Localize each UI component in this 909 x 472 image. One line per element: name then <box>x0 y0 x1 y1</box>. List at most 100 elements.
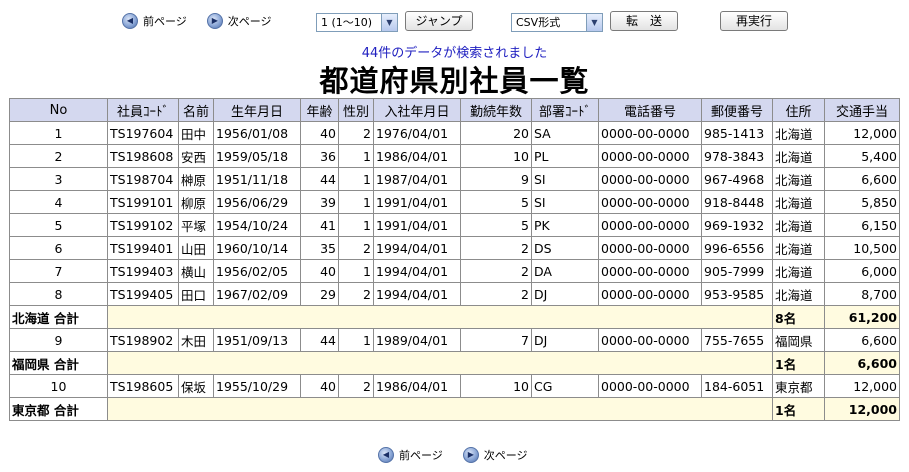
left-arrow-icon: ◀ <box>122 13 138 29</box>
subtotal-count: 1名 <box>772 351 825 375</box>
table-cell: 6,000 <box>824 259 900 283</box>
table-cell: TS197604 <box>107 121 179 145</box>
column-header: 部署ｺｰﾄﾞ <box>531 98 599 122</box>
table-cell: 0000-00-0000 <box>598 167 702 191</box>
rerun-button[interactable]: 再実行 <box>720 11 788 31</box>
column-header: 性別 <box>338 98 374 122</box>
column-header: 電話番号 <box>598 98 702 122</box>
column-header: 住所 <box>772 98 825 122</box>
table-row: 4 TS199101 柳原 1956/06/29 39 1 1991/04/01 5 SI 000… <box>9 190 900 214</box>
table-cell: 1991/04/01 <box>373 190 461 214</box>
table-cell: 0000-00-0000 <box>598 328 702 352</box>
table-cell: 北海道 <box>772 190 825 214</box>
transfer-button[interactable]: 転 送 <box>610 11 678 31</box>
column-header: No <box>9 98 108 122</box>
table-cell: 1987/04/01 <box>373 167 461 191</box>
table-cell: 0000-00-0000 <box>598 213 702 237</box>
table-cell: 平塚 <box>178 213 214 237</box>
table-cell: 44 <box>300 328 339 352</box>
table-row: 1 TS197604 田中 1956/01/08 40 2 1976/04/01 20 SA 00… <box>9 121 900 145</box>
table-cell: 0000-00-0000 <box>598 144 702 168</box>
left-arrow-icon: ◀ <box>378 447 394 463</box>
table-cell: 20 <box>460 121 532 145</box>
table-cell: PL <box>531 144 599 168</box>
table-cell: 1955/10/29 <box>213 374 301 398</box>
table-cell: DJ <box>531 282 599 306</box>
table-cell: 1959/05/18 <box>213 144 301 168</box>
table-header-row: No 社員ｺｰﾄﾞ 名前 生年月日 年齢 性別 入社年月日 勤続年数 部署ｺｰﾄﾞ 電話番号 郵便番… <box>9 98 900 122</box>
table-cell: 1989/04/01 <box>373 328 461 352</box>
table-cell: 755-7655 <box>701 328 773 352</box>
table-cell: 969-1932 <box>701 213 773 237</box>
table-row: 3 TS198704 榊原 1951/11/18 44 1 1987/04/01 9 SI 000… <box>9 167 900 191</box>
table-cell: 3 <box>9 167 108 191</box>
table-cell: 39 <box>300 190 339 214</box>
table-cell: 安西 <box>178 144 214 168</box>
table-cell: 40 <box>300 374 339 398</box>
table-cell: 918-8448 <box>701 190 773 214</box>
table-cell: 905-7999 <box>701 259 773 283</box>
table-cell: 北海道 <box>772 282 825 306</box>
table-cell: DA <box>531 259 599 283</box>
table-cell: 榊原 <box>178 167 214 191</box>
table-cell: 12,000 <box>824 121 900 145</box>
table-cell: 1994/04/01 <box>373 236 461 260</box>
next-page-button[interactable]: ▶ 次ページ <box>462 447 528 463</box>
table-row: 5 TS199102 平塚 1954/10/24 41 1 1991/04/01 5 PK 000… <box>9 213 900 237</box>
table-cell: TS198902 <box>107 328 179 352</box>
right-arrow-icon: ▶ <box>462 447 479 463</box>
subtotal-spacer <box>107 305 773 329</box>
column-header: 交通手当 <box>824 98 900 122</box>
column-header: 勤続年数 <box>460 98 532 122</box>
subtotal-amount: 6,600 <box>824 351 900 375</box>
table-cell: CG <box>531 374 599 398</box>
table-cell: SI <box>531 167 599 191</box>
table-cell: 40 <box>300 259 339 283</box>
table-cell: 10,500 <box>824 236 900 260</box>
table-cell: 12,000 <box>824 374 900 398</box>
table-cell: 10 <box>460 144 532 168</box>
next-page-button[interactable]: ▶ 次ページ <box>206 13 272 29</box>
table-cell: 996-6556 <box>701 236 773 260</box>
subtotal-amount: 12,000 <box>824 397 900 421</box>
table-cell: 7 <box>460 328 532 352</box>
prev-page-button[interactable]: ◀ 前ページ <box>378 447 443 463</box>
table-cell: 0000-00-0000 <box>598 121 702 145</box>
table-cell: 柳原 <box>178 190 214 214</box>
table-cell: 1 <box>338 144 374 168</box>
table-cell: 2 <box>338 374 374 398</box>
table-cell: 1956/01/08 <box>213 121 301 145</box>
table-cell: 953-9585 <box>701 282 773 306</box>
table-cell: 1954/10/24 <box>213 213 301 237</box>
table-cell: TS198704 <box>107 167 179 191</box>
table-cell: 北海道 <box>772 144 825 168</box>
table-cell: 40 <box>300 121 339 145</box>
table-cell: 5,400 <box>824 144 900 168</box>
jump-button[interactable]: ジャンプ <box>405 11 473 31</box>
employee-table: No 社員ｺｰﾄﾞ 名前 生年月日 年齢 性別 入社年月日 勤続年数 部署ｺｰﾄﾞ 電話番号 郵便番… <box>9 98 900 421</box>
table-cell: 1991/04/01 <box>373 213 461 237</box>
table-cell: SI <box>531 190 599 214</box>
table-cell: 0000-00-0000 <box>598 282 702 306</box>
table-cell: 田中 <box>178 121 214 145</box>
table-row: 10 TS198605 保坂 1955/10/29 40 2 1986/04/01 10 CG 0… <box>9 374 900 398</box>
table-cell: 北海道 <box>772 259 825 283</box>
chevron-down-icon: ▼ <box>381 14 397 31</box>
table-cell: 978-3843 <box>701 144 773 168</box>
table-cell: 0000-00-0000 <box>598 374 702 398</box>
table-cell: 横山 <box>178 259 214 283</box>
table-cell: 9 <box>9 328 108 352</box>
format-select[interactable]: CSV形式 ▼ <box>511 13 603 32</box>
next-page-label: 次ページ <box>227 15 272 28</box>
subtotal-count: 1名 <box>772 397 825 421</box>
table-cell: 1994/04/01 <box>373 259 461 283</box>
table-cell: 1994/04/01 <box>373 282 461 306</box>
table-cell: 44 <box>300 167 339 191</box>
page-select[interactable]: 1 (1〜10) ▼ <box>316 13 398 32</box>
table-row: 9 TS198902 木田 1951/09/13 44 1 1989/04/01 7 DJ 000… <box>9 328 900 352</box>
table-cell: 保坂 <box>178 374 214 398</box>
table-cell: DJ <box>531 328 599 352</box>
table-cell: 1951/09/13 <box>213 328 301 352</box>
table-cell: 6,150 <box>824 213 900 237</box>
prev-page-button[interactable]: ◀ 前ページ <box>122 13 187 29</box>
